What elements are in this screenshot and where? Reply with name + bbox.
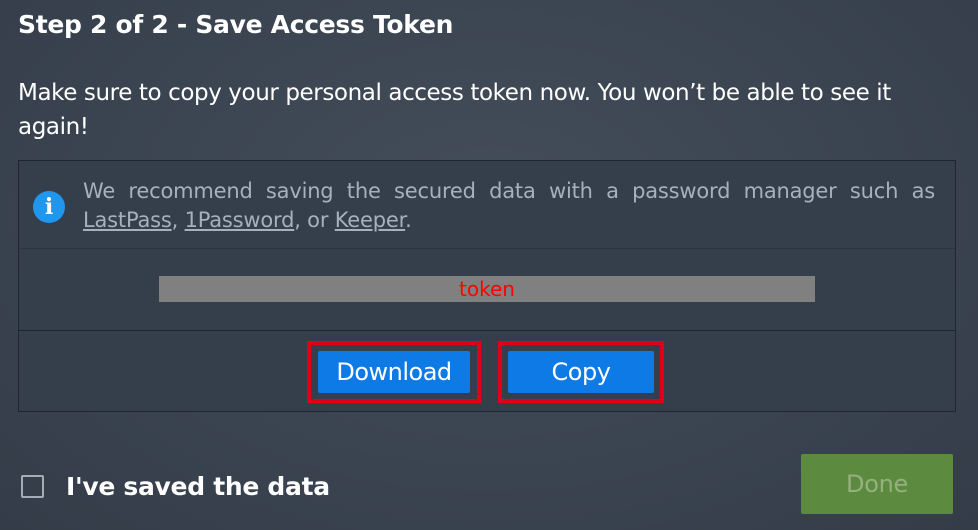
- saved-data-checkbox-label[interactable]: I've saved the data: [66, 472, 330, 501]
- lastpass-link[interactable]: LastPass: [83, 208, 172, 232]
- copy-highlight: Copy: [498, 341, 664, 403]
- keeper-link[interactable]: Keeper: [335, 208, 406, 232]
- info-separator-1: ,: [171, 208, 185, 232]
- token-panel: i We recommend saving the secured data w…: [18, 160, 956, 412]
- saved-data-checkbox[interactable]: [21, 474, 44, 498]
- download-button[interactable]: Download: [318, 351, 470, 393]
- 1password-link[interactable]: 1Password: [185, 208, 295, 232]
- copy-button[interactable]: Copy: [508, 351, 654, 393]
- actions-row: Download Copy: [19, 331, 955, 413]
- dialog-message: Make sure to copy your personal access t…: [18, 80, 891, 140]
- token-value-field[interactable]: token: [159, 276, 815, 302]
- saved-data-checkbox-row[interactable]: I've saved the data: [21, 470, 330, 502]
- save-token-dialog: Step 2 of 2 - Save Access Token Make sur…: [0, 0, 978, 530]
- download-highlight: Download: [307, 341, 481, 403]
- dialog-title: Step 2 of 2 - Save Access Token: [18, 10, 454, 39]
- info-icon: i: [33, 191, 65, 223]
- info-text-end: .: [405, 208, 412, 232]
- info-text-lead: We recommend saving the secured data wit…: [83, 179, 935, 203]
- token-row: token: [19, 249, 955, 331]
- done-button[interactable]: Done: [801, 454, 953, 514]
- info-text: We recommend saving the secured data wit…: [83, 177, 935, 235]
- info-notice: i We recommend saving the secured data w…: [19, 161, 955, 249]
- info-separator-2: , or: [294, 208, 335, 232]
